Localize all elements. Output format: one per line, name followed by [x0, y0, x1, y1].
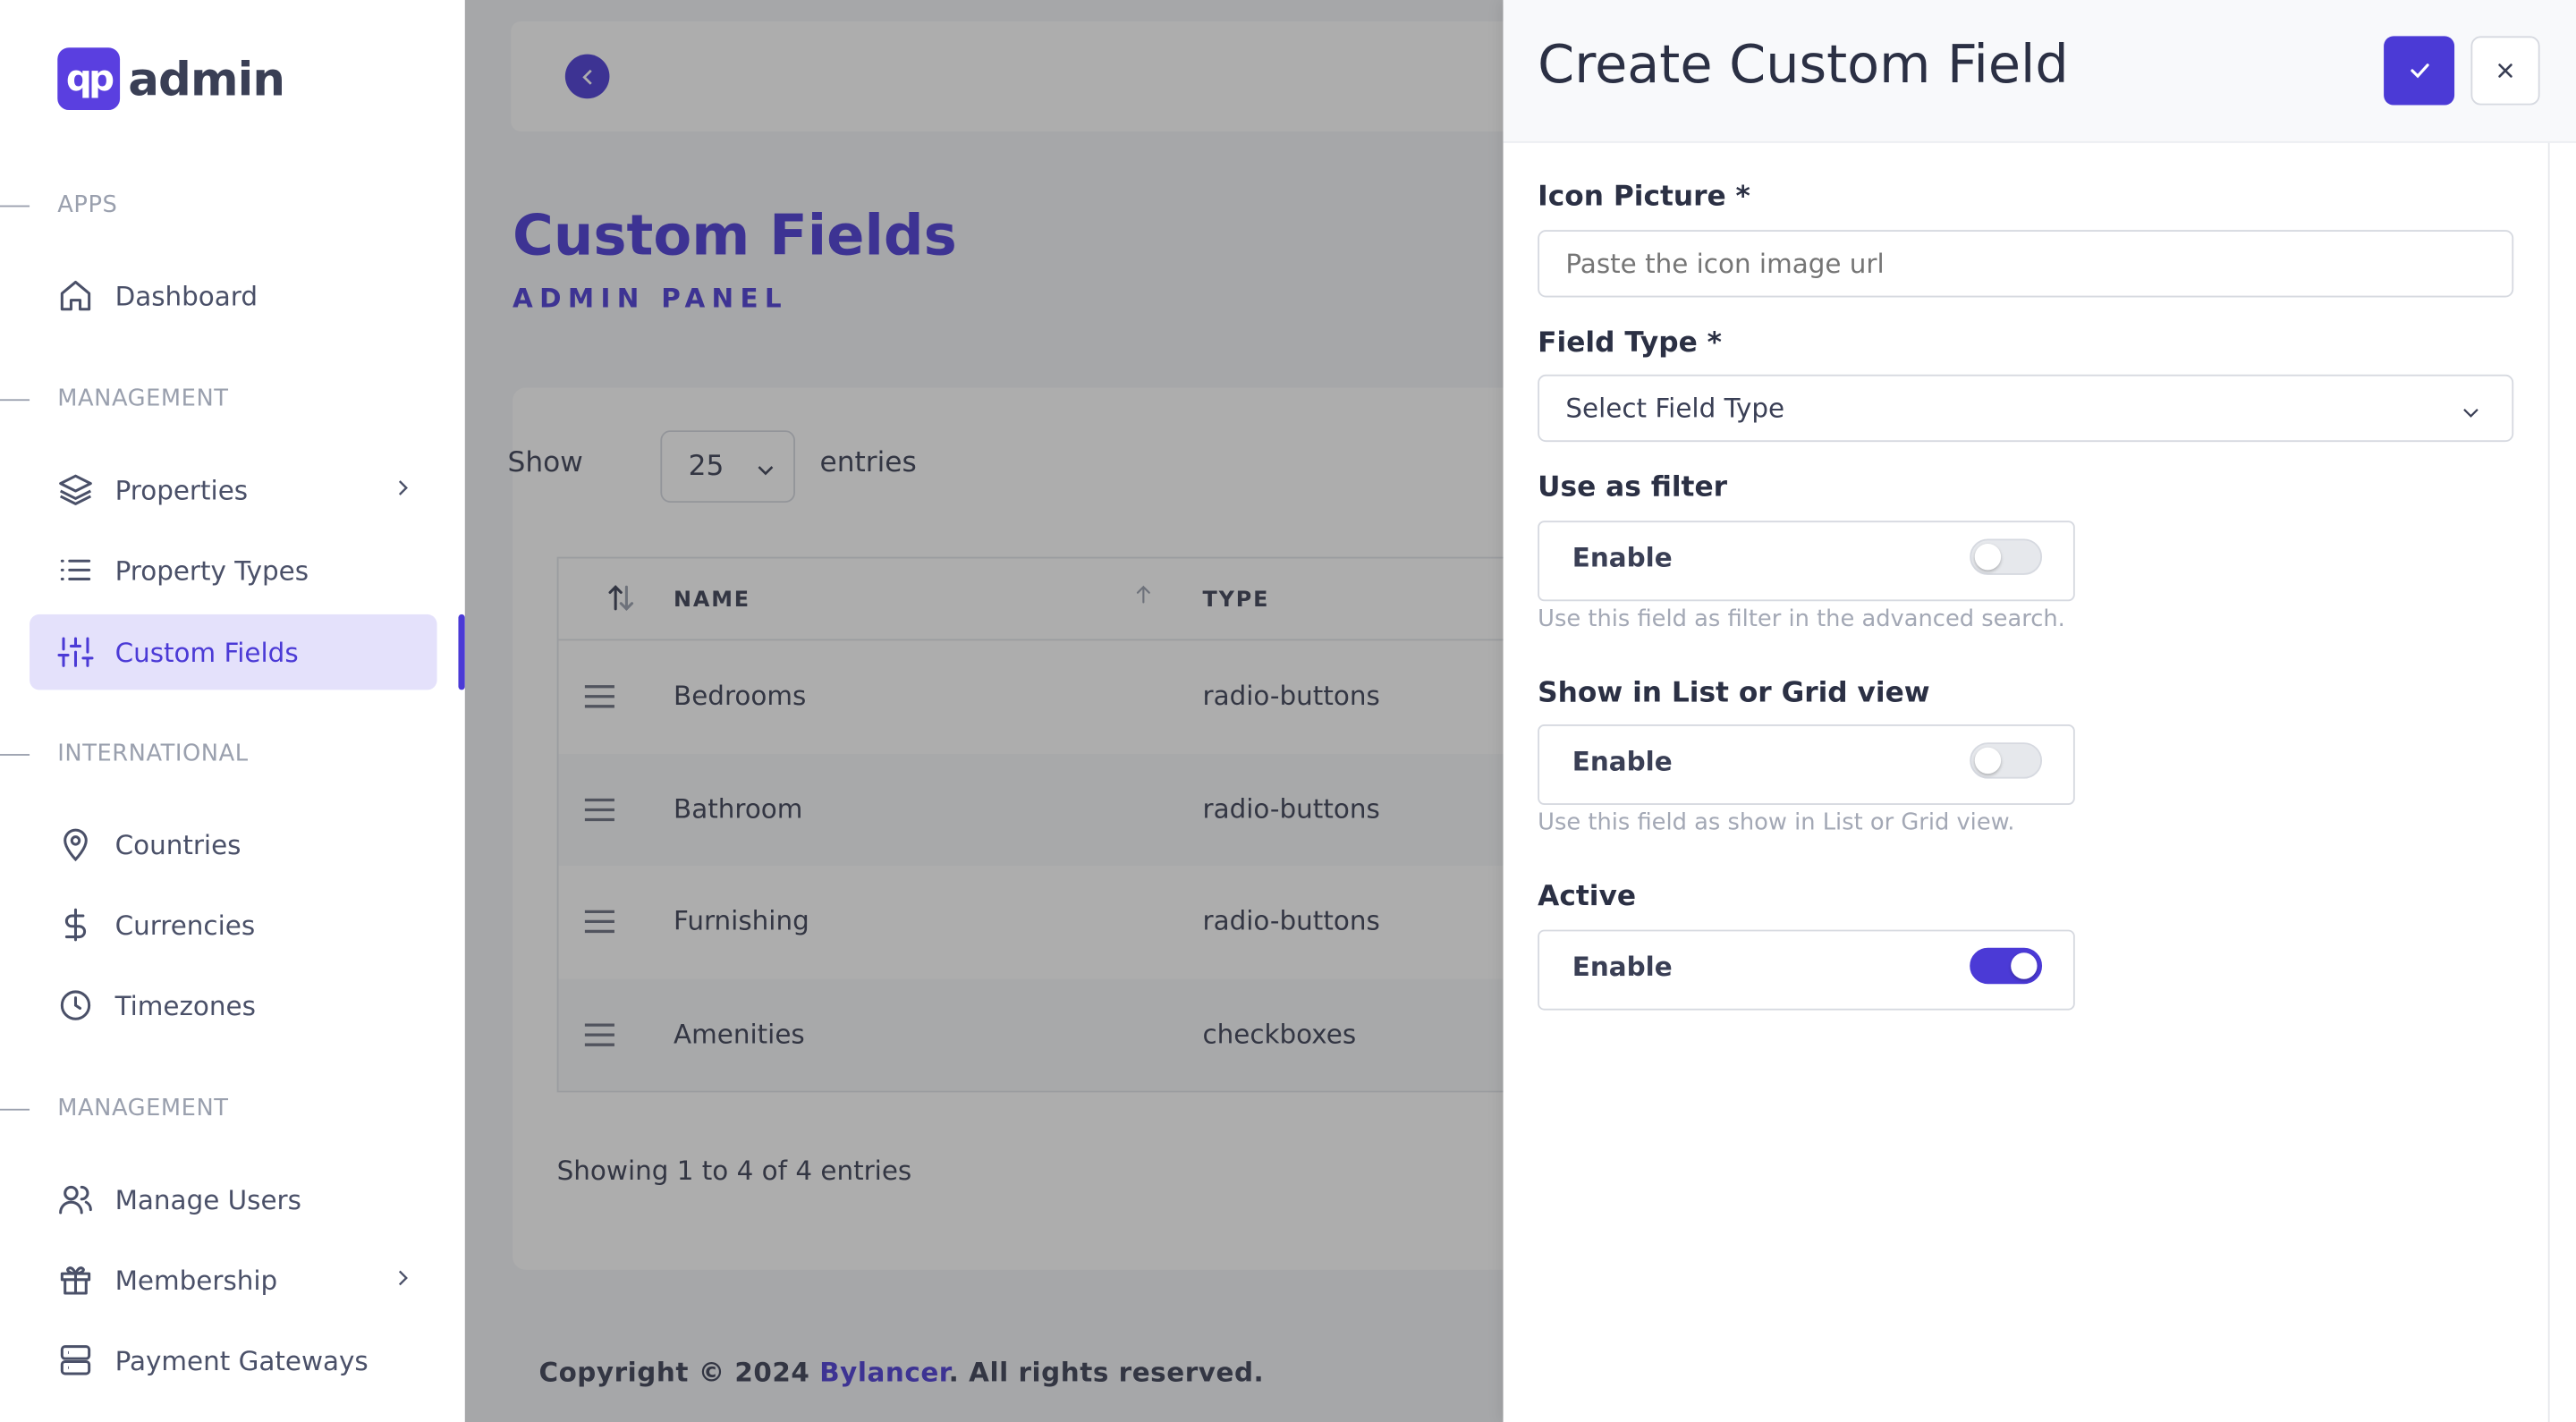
section-divider	[0, 205, 30, 207]
active-toggle[interactable]	[1970, 947, 2043, 985]
sidebar-item-label: Currencies	[114, 909, 256, 941]
show-in-list-help: Use this field as show in List or Grid v…	[1538, 809, 2015, 836]
panel-header: Create Custom Field	[1503, 0, 2576, 143]
toggle-label: Enable	[1572, 951, 1673, 983]
close-button[interactable]	[2470, 36, 2540, 106]
sidebar-item-label: Custom Fields	[114, 636, 299, 668]
home-icon	[57, 277, 93, 313]
section-label-apps: APPS	[57, 191, 118, 219]
sidebar-item-countries[interactable]: Countries	[30, 807, 437, 882]
sidebar-item-timezones[interactable]: Timezones	[30, 968, 437, 1043]
sidebar-item-label: Dashboard	[114, 280, 258, 312]
field-type-value: Select Field Type	[1565, 392, 1785, 424]
server-icon	[57, 1342, 93, 1378]
use-as-filter-toggle[interactable]	[1970, 538, 2043, 575]
icon-picture-input[interactable]	[1538, 230, 2514, 298]
create-custom-field-panel: Create Custom Field Icon Picture * Field…	[1503, 0, 2576, 1422]
sidebar-item-label: Properties	[114, 473, 249, 505]
layers-icon	[57, 471, 93, 507]
toggle-label: Enable	[1572, 542, 1673, 574]
sidebar-item-manage-users[interactable]: Manage Users	[30, 1162, 437, 1237]
sidebar: qp admin APPS Dashboard MANAGEMENT Prope…	[0, 0, 465, 1422]
chevron-down-icon	[2460, 399, 2483, 430]
show-in-list-toggle[interactable]	[1970, 742, 2043, 779]
section-divider	[0, 1108, 30, 1111]
sidebar-item-label: Manage Users	[114, 1183, 301, 1215]
sidebar-item-custom-fields[interactable]: Custom Fields	[30, 614, 437, 690]
sidebar-item-property-types[interactable]: Property Types	[30, 532, 437, 607]
show-in-list-box: Enable	[1538, 724, 2075, 805]
icon-picture-label: Icon Picture *	[1538, 181, 1750, 214]
toggle-knob	[1974, 747, 2002, 774]
logo[interactable]: qp admin	[57, 47, 285, 111]
gift-icon	[57, 1262, 93, 1298]
sidebar-item-dashboard[interactable]: Dashboard	[30, 258, 437, 333]
field-type-select[interactable]: Select Field Type	[1538, 374, 2514, 443]
sidebar-item-label: Membership	[114, 1264, 278, 1296]
sliders-icon	[57, 634, 94, 670]
panel-title: Create Custom Field	[1538, 32, 2069, 96]
active-label: Active	[1538, 880, 1637, 914]
sidebar-item-properties[interactable]: Properties	[30, 452, 437, 527]
scrollbar-track[interactable]	[2547, 142, 2550, 1422]
chevron-right-icon	[391, 1265, 414, 1296]
map-pin-icon	[57, 826, 93, 862]
section-label-management: MANAGEMENT	[57, 385, 229, 413]
logo-text: admin	[128, 51, 285, 106]
sidebar-item-membership[interactable]: Membership	[30, 1242, 437, 1317]
sidebar-item-label: Payment Gateways	[114, 1344, 369, 1376]
check-icon	[2410, 63, 2428, 79]
use-as-filter-label: Use as filter	[1538, 471, 1728, 504]
use-as-filter-box: Enable	[1538, 521, 2075, 602]
toggle-knob	[1974, 543, 2002, 571]
toggle-knob	[2011, 952, 2038, 979]
sidebar-item-currencies[interactable]: Currencies	[30, 887, 437, 962]
toggle-label: Enable	[1572, 745, 1673, 777]
active-indicator	[458, 614, 465, 690]
use-as-filter-help: Use this field as filter in the advanced…	[1538, 605, 2065, 633]
sidebar-item-label: Countries	[114, 828, 242, 860]
list-icon	[57, 552, 93, 588]
clock-icon	[57, 987, 93, 1023]
active-box: Enable	[1538, 929, 2075, 1011]
show-in-list-label: Show in List or Grid view	[1538, 676, 1930, 710]
users-icon	[57, 1181, 93, 1217]
dollar-icon	[57, 907, 93, 943]
sidebar-item-label: Property Types	[114, 554, 309, 586]
sidebar-item-payment-gateways[interactable]: Payment Gateways	[30, 1323, 437, 1398]
sidebar-item-label: Timezones	[114, 989, 256, 1021]
logo-mark: qp	[57, 47, 121, 111]
field-type-label: Field Type *	[1538, 326, 1723, 360]
section-divider	[0, 399, 30, 402]
section-divider	[0, 754, 30, 756]
section-label-management-2: MANAGEMENT	[57, 1096, 229, 1122]
section-label-international: INTERNATIONAL	[57, 741, 249, 767]
modal-backdrop[interactable]	[464, 0, 1504, 1422]
save-button[interactable]	[2384, 36, 2455, 106]
chevron-right-icon	[391, 475, 414, 506]
close-icon	[2498, 63, 2512, 78]
